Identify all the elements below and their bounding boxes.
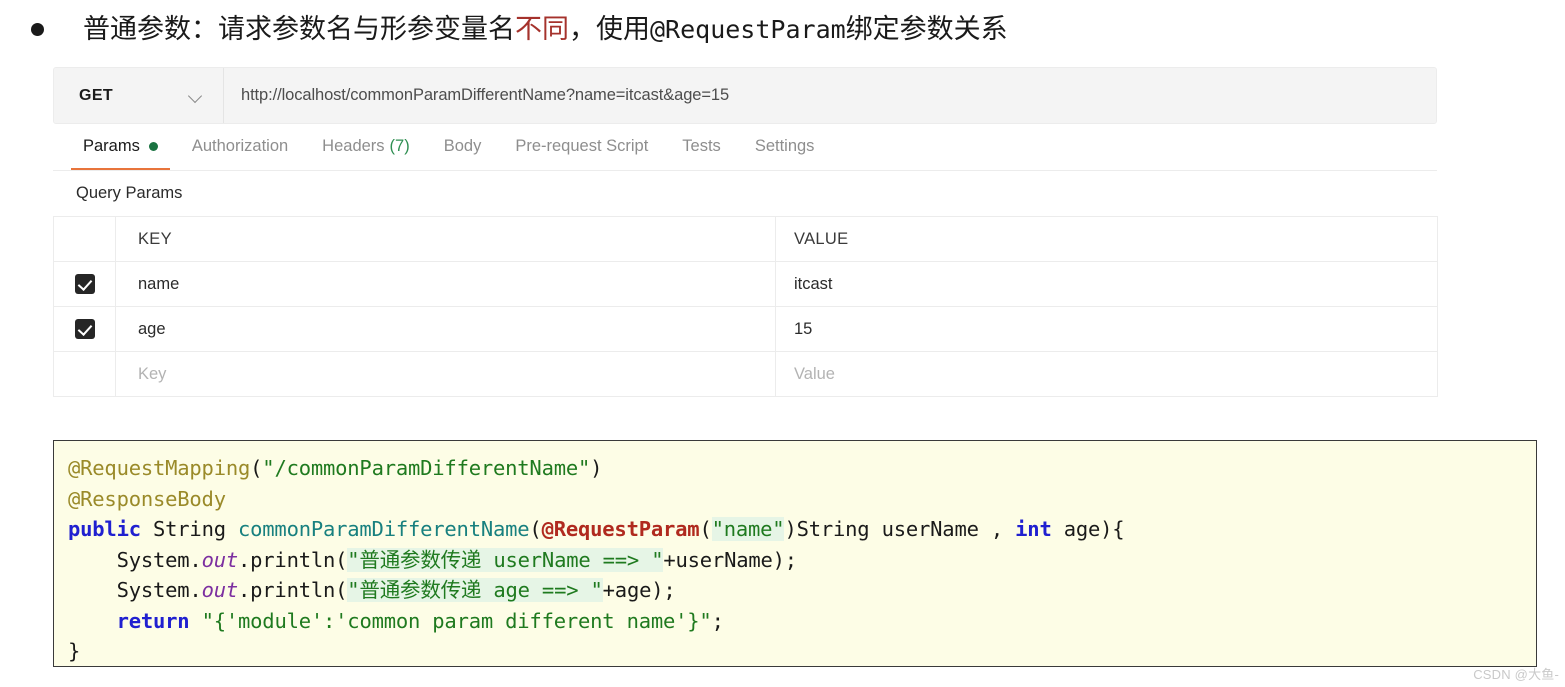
- code-token: age){: [1051, 517, 1125, 541]
- row-key[interactable]: name: [115, 261, 776, 307]
- code-token: (: [699, 517, 712, 541]
- watermark-label: CSDN @大鱼-: [1473, 667, 1559, 682]
- row-value-placeholder[interactable]: Value: [775, 351, 1438, 397]
- code-line: }: [68, 636, 1536, 666]
- code-line: return "{'module':'common param differen…: [68, 606, 1536, 637]
- tab-headers-count: (7): [389, 137, 410, 155]
- code-token: public: [68, 517, 141, 541]
- code-token: "/commonParamDifferentName": [262, 456, 591, 480]
- code-token: out: [201, 547, 239, 572]
- request-url-input[interactable]: http://localhost/commonParamDifferentNam…: [224, 68, 1436, 123]
- code-token: System.: [68, 547, 202, 572]
- code-token: @RequestParam: [541, 517, 700, 541]
- heading-annotation-name: @RequestParam: [650, 14, 846, 44]
- code-token: return: [116, 608, 190, 633]
- tab-authorization-label: Authorization: [191, 137, 289, 155]
- code-line: System.out.println("普通参数传递 age ==> "+age…: [68, 575, 1536, 606]
- tab-pre-request-script-label: Pre-request Script: [515, 137, 649, 155]
- row-key-placeholder[interactable]: Key: [115, 351, 776, 397]
- code-token: @RequestMapping: [68, 456, 251, 480]
- heading-part3: 绑定参数关系: [845, 13, 1008, 44]
- postman-panel: GET http://localhost/commonParamDifferen…: [53, 67, 1438, 397]
- tab-settings[interactable]: Settings: [743, 123, 827, 170]
- tab-headers-label: Headers: [322, 137, 385, 155]
- query-params-table: KEY VALUE name itcast age 15 Key Value: [53, 216, 1438, 397]
- code-token: String: [140, 517, 238, 541]
- code-token: ): [590, 456, 603, 480]
- code-token: }: [68, 639, 81, 663]
- code-line: @ResponseBody: [68, 484, 1536, 515]
- heading-part2: ，使用: [569, 13, 650, 44]
- heading-bullet-line: 普通参数：请求参数名与形参变量名不同，使用@RequestParam绑定参数关系: [0, 0, 1565, 58]
- tab-params[interactable]: Params: [71, 123, 170, 170]
- http-method-select[interactable]: GET: [54, 68, 224, 123]
- code-snippet-block: @RequestMapping("/commonParamDifferentNa…: [53, 440, 1537, 667]
- heading-highlight: 不同: [515, 13, 569, 44]
- code-line: public String commonParamDifferentName(@…: [68, 514, 1536, 545]
- code-token: @ResponseBody: [68, 486, 226, 511]
- code-token: commonParamDifferentName: [238, 517, 530, 541]
- table-row: name itcast: [53, 261, 1438, 307]
- code-token: (: [250, 456, 263, 480]
- code-token: +userName);: [663, 547, 797, 572]
- http-method-label: GET: [79, 86, 114, 104]
- code-token: .println(: [238, 547, 348, 572]
- chevron-down-icon: [189, 91, 203, 100]
- tab-headers[interactable]: Headers (7): [310, 123, 422, 170]
- table-row: age 15: [53, 306, 1438, 352]
- request-tabs: Params Authorization Headers (7) Body Pr…: [53, 124, 1437, 171]
- bullet-point-icon: [31, 22, 44, 36]
- tab-body[interactable]: Body: [432, 123, 494, 170]
- table-header-value: VALUE: [775, 216, 1438, 262]
- code-token: (: [529, 517, 542, 541]
- heading-part1: 普通参数：请求参数名与形参变量名: [83, 13, 515, 44]
- query-params-title: Query Params: [76, 184, 183, 202]
- row-value[interactable]: 15: [775, 306, 1438, 352]
- code-token: ;: [711, 608, 724, 633]
- row-checkbox-cell: [53, 261, 116, 307]
- row-checkbox-cell-empty: [53, 351, 116, 397]
- page-root: 普通参数：请求参数名与形参变量名不同，使用@RequestParam绑定参数关系…: [0, 0, 1565, 687]
- tab-body-label: Body: [443, 137, 482, 155]
- tab-authorization[interactable]: Authorization: [180, 123, 300, 170]
- table-row-empty: Key Value: [53, 351, 1438, 397]
- checkbox-checked-icon[interactable]: [74, 274, 95, 294]
- code-token: out: [201, 578, 239, 602]
- table-header-check: [53, 216, 116, 262]
- code-token: "普通参数传递 userName ==> ": [347, 547, 664, 572]
- tab-pre-request-script[interactable]: Pre-request Script: [503, 123, 660, 170]
- request-url-bar: GET http://localhost/commonParamDifferen…: [53, 67, 1437, 124]
- code-line: @RequestMapping("/commonParamDifferentNa…: [68, 453, 1536, 484]
- code-content: @RequestMapping("/commonParamDifferentNa…: [68, 453, 1536, 666]
- code-line: System.out.println("普通参数传递 userName ==> …: [68, 545, 1536, 576]
- row-checkbox-cell: [53, 306, 116, 352]
- code-token: +age);: [602, 578, 676, 602]
- table-header-key: KEY: [115, 216, 776, 262]
- tab-tests[interactable]: Tests: [670, 123, 733, 170]
- code-token: "{'module':'common param different name'…: [201, 608, 712, 633]
- tab-tests-label: Tests: [682, 137, 721, 155]
- tab-settings-label: Settings: [754, 137, 815, 155]
- code-token: )String userName ,: [784, 517, 1016, 541]
- code-token: int: [1015, 517, 1052, 541]
- params-active-dot-icon: [148, 142, 158, 151]
- checkbox-checked-icon[interactable]: [74, 319, 95, 339]
- code-token: "name": [711, 517, 785, 541]
- code-token: .println(: [238, 578, 348, 602]
- row-key[interactable]: age: [115, 306, 776, 352]
- code-token: "普通参数传递 age ==> ": [347, 578, 603, 602]
- row-value[interactable]: itcast: [775, 261, 1438, 307]
- tab-params-label: Params: [83, 137, 140, 155]
- table-header-row: KEY VALUE: [53, 216, 1438, 262]
- code-token: System.: [68, 578, 202, 602]
- page-title: 普通参数：请求参数名与形参变量名不同，使用@RequestParam绑定参数关系: [83, 12, 1008, 47]
